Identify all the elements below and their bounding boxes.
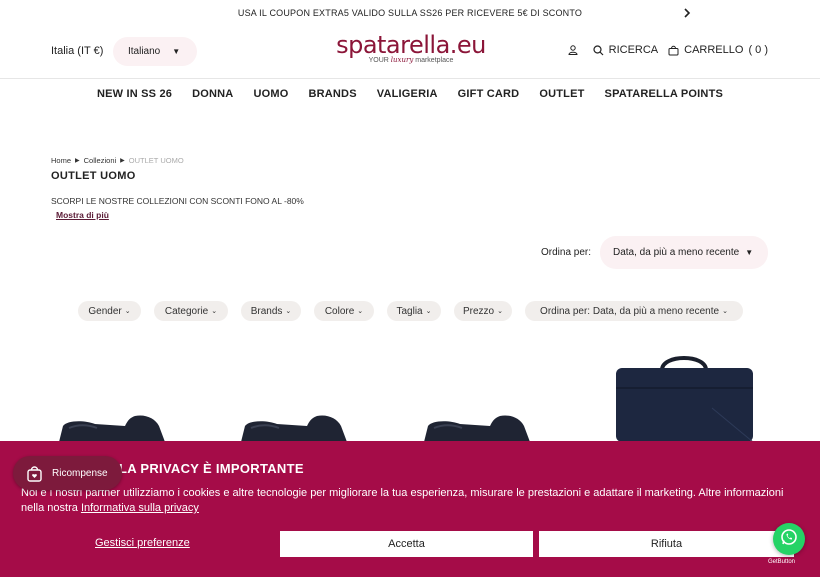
filter-sort[interactable]: Ordina per: Data, da più a meno recente ⌄ (525, 301, 743, 321)
nav-item-uomo[interactable]: UOMO (253, 88, 288, 100)
cookie-banner: LA PRIVACY È IMPORTANTE Noi e i nostri p… (0, 441, 820, 577)
rewards-button[interactable]: Ricompense (13, 456, 122, 490)
breadcrumb: Home ▶ Collezioni ▶ OUTLET UOMO (51, 156, 184, 165)
breadcrumb-current: OUTLET UOMO (128, 156, 184, 165)
search-icon (593, 44, 604, 56)
sort-value: Data, da più a meno recente (613, 247, 740, 258)
user-icon (568, 45, 578, 55)
filter-gender[interactable]: Gender ⌄ (78, 301, 141, 321)
caret-down-icon: ▼ (172, 47, 181, 56)
site-header: Italia (IT €) Italiano ▼ spatarella.eu Y… (0, 26, 820, 79)
chevron-down-icon: ⌄ (357, 308, 364, 315)
product-grid (0, 340, 820, 450)
filter-sort-value: Data, da più a meno recente (592, 305, 720, 317)
chevron-right-icon[interactable] (683, 6, 691, 21)
chevron-down-icon: ⌄ (124, 308, 131, 315)
search-label: RICERCA (608, 44, 659, 56)
accept-button[interactable]: Accetta (280, 531, 533, 557)
main-nav: NEW IN SS 26 DONNA UOMO BRANDS VALIGERIA… (0, 88, 820, 100)
filter-categorie-label: Categorie (164, 305, 209, 317)
logo-tag-script: luxury (390, 56, 414, 64)
header-actions: RICERCA CARRELLO ( 0 ) (558, 44, 768, 56)
nav-item-valigeria[interactable]: VALIGERIA (377, 88, 438, 100)
site-logo[interactable]: spatarella.eu YOUR luxury marketplace (335, 32, 487, 64)
logo-tag-suffix: marketplace (415, 57, 454, 64)
nav-item-donna[interactable]: DONNA (192, 88, 233, 100)
manage-preferences-link[interactable]: Gestisci preferenze (95, 537, 190, 549)
filter-brands[interactable]: Brands ⌄ (241, 301, 301, 321)
nav-item-spatarella-points[interactable]: SPATARELLA POINTS (605, 88, 724, 100)
chevron-down-icon: ⌄ (722, 308, 728, 315)
cookie-title: LA PRIVACY È IMPORTANTE (119, 461, 304, 476)
announcement-text: USA IL COUPON EXTRA5 VALIDO SULLA SS26 P… (237, 8, 583, 18)
chevron-down-icon: ⌄ (211, 308, 218, 315)
breadcrumb-collections[interactable]: Collezioni (84, 156, 117, 165)
nav-item-brands[interactable]: BRANDS (308, 88, 356, 100)
filter-sort-label: Ordina per: (540, 305, 591, 317)
nav-item-new-in[interactable]: NEW IN SS 26 (97, 88, 172, 100)
breadcrumb-home[interactable]: Home (51, 156, 71, 165)
filter-gender-label: Gender (88, 305, 122, 317)
nav-item-gift-card[interactable]: GIFT CARD (458, 88, 520, 100)
collection-description: SCORPI LE NOSTRE COLLEZIONI CON SCONTI F… (51, 196, 304, 206)
logo-brand: spatarella.eu (336, 31, 486, 59)
bag-icon (668, 45, 679, 56)
product-image-bag[interactable] (612, 348, 757, 447)
chevron-down-icon: ⌄ (285, 308, 292, 315)
caret-right-icon: ▶ (75, 158, 80, 164)
logo-tag-prefix: YOUR (368, 57, 389, 64)
filter-prezzo-label: Prezzo (463, 305, 495, 317)
language-label: Italiano (128, 46, 161, 57)
privacy-policy-link[interactable]: Informativa sulla privacy (81, 502, 199, 514)
shopping-bag-heart-icon (26, 465, 43, 482)
sort-label: Ordina per: (541, 247, 592, 258)
caret-down-icon: ▼ (745, 248, 754, 257)
filter-colore[interactable]: Colore ⌄ (314, 301, 374, 321)
country-selector[interactable]: Italia (IT €) (51, 45, 103, 57)
filter-taglia-label: Taglia (396, 305, 423, 317)
getbutton-credit: GetButton (768, 559, 796, 565)
show-more-link[interactable]: Mostra di più (56, 210, 109, 220)
filter-categorie[interactable]: Categorie ⌄ (154, 301, 228, 321)
filter-brands-label: Brands (250, 305, 283, 317)
page-title: OUTLET UOMO (51, 170, 136, 182)
filter-colore-label: Colore (324, 305, 355, 317)
whatsapp-icon (780, 528, 798, 551)
language-selector[interactable]: Italiano ▼ (113, 37, 197, 66)
nav-item-outlet[interactable]: OUTLET (539, 88, 584, 100)
whatsapp-button[interactable] (773, 523, 805, 555)
chevron-down-icon: ⌄ (425, 308, 432, 315)
rewards-label: Ricompense (52, 467, 108, 479)
filter-taglia[interactable]: Taglia ⌄ (387, 301, 441, 321)
reject-button[interactable]: Rifiuta (539, 531, 794, 557)
cart-count: ( 0 ) (748, 44, 768, 56)
cookie-text: Noi e i nostri partner utilizziamo i coo… (21, 486, 801, 516)
sort-dropdown[interactable]: Data, da più a meno recente ▼ (600, 236, 768, 269)
announcement-bar: USA IL COUPON EXTRA5 VALIDO SULLA SS26 P… (0, 0, 820, 26)
caret-right-icon: ▶ (120, 158, 125, 164)
account-button[interactable] (568, 45, 583, 55)
cart-label: CARRELLO (684, 44, 744, 56)
filter-prezzo[interactable]: Prezzo ⌄ (454, 301, 512, 321)
cart-button[interactable]: CARRELLO ( 0 ) (668, 44, 768, 56)
search-button[interactable]: RICERCA (593, 44, 659, 56)
chevron-down-icon: ⌄ (497, 308, 503, 315)
